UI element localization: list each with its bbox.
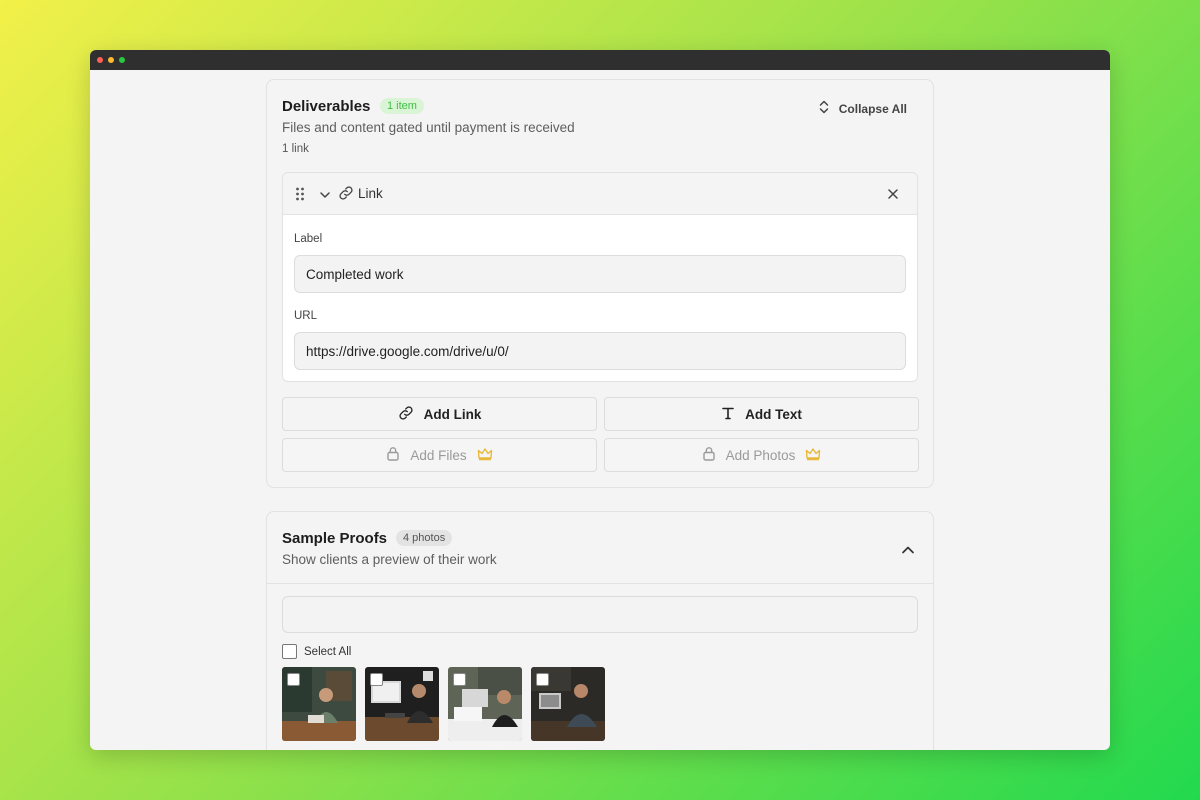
crown-icon xyxy=(477,447,493,464)
select-all-label: Select All xyxy=(304,645,352,658)
browser-window: Deliverables 1 item Files and content ga… xyxy=(90,50,1110,750)
sample-proofs-header[interactable]: Sample Proofs 4 photos Show clients a pr… xyxy=(267,512,933,584)
minimize-window-dot[interactable] xyxy=(108,57,114,63)
deliverable-type-label: Link xyxy=(358,186,383,201)
lock-icon xyxy=(386,446,400,464)
sample-proofs-card: Sample Proofs 4 photos Show clients a pr… xyxy=(266,511,934,750)
collapse-all-button[interactable]: Collapse All xyxy=(818,100,907,117)
proofs-search-input[interactable] xyxy=(282,596,918,633)
photo-checkbox[interactable] xyxy=(536,673,549,686)
add-files-label: Add Files xyxy=(410,447,467,463)
select-all-toggle[interactable]: Select All xyxy=(282,644,351,659)
add-link-label: Add Link xyxy=(423,406,482,422)
chevron-up-down-icon xyxy=(818,100,830,117)
lock-icon xyxy=(702,446,716,464)
chevron-up-icon[interactable] xyxy=(901,542,915,560)
deliverables-subtitle: Files and content gated until payment is… xyxy=(282,120,575,135)
photo-thumbnail[interactable] xyxy=(365,667,439,741)
text-icon xyxy=(721,406,735,423)
close-window-dot[interactable] xyxy=(97,57,103,63)
link-icon xyxy=(398,405,414,424)
photo-checkbox[interactable] xyxy=(370,673,383,686)
page-content: Deliverables 1 item Files and content ga… xyxy=(90,70,1110,750)
deliverable-item-header: Link xyxy=(283,173,917,215)
add-link-button[interactable]: Add Link xyxy=(282,397,597,431)
url-field-caption: URL xyxy=(294,310,318,322)
crown-icon xyxy=(805,447,821,464)
select-all-checkbox[interactable] xyxy=(282,644,297,659)
chevron-down-icon[interactable] xyxy=(319,188,331,206)
drag-handle-icon[interactable] xyxy=(295,187,305,206)
photo-thumbnail[interactable] xyxy=(531,667,605,741)
photo-thumbnail[interactable] xyxy=(448,667,522,741)
deliverable-item-link: Link Label URL xyxy=(282,172,918,382)
add-photos-button[interactable]: Add Photos xyxy=(604,438,919,472)
label-input[interactable] xyxy=(294,255,906,293)
photos-count-badge: 4 photos xyxy=(396,530,453,546)
label-field-caption: Label xyxy=(294,233,323,245)
deliverables-card: Deliverables 1 item Files and content ga… xyxy=(266,79,934,488)
add-text-button[interactable]: Add Text xyxy=(604,397,919,431)
deliverables-title: Deliverables xyxy=(282,98,371,115)
photo-thumbnail-grid xyxy=(282,667,605,741)
add-files-button[interactable]: Add Files xyxy=(282,438,597,472)
deliverables-link-count: 1 link xyxy=(282,143,309,155)
photo-thumbnail[interactable] xyxy=(282,667,356,741)
close-icon[interactable] xyxy=(887,187,899,205)
sample-proofs-subtitle: Show clients a preview of their work xyxy=(282,552,497,567)
photo-checkbox[interactable] xyxy=(287,673,300,686)
add-photos-label: Add Photos xyxy=(725,447,796,463)
sample-proofs-title: Sample Proofs xyxy=(282,530,388,547)
link-icon xyxy=(338,185,354,206)
deliverables-count-badge: 1 item xyxy=(380,98,424,114)
add-text-label: Add Text xyxy=(745,406,802,422)
maximize-window-dot[interactable] xyxy=(119,57,125,63)
window-titlebar xyxy=(90,50,1110,70)
photo-checkbox[interactable] xyxy=(453,673,466,686)
collapse-all-label: Collapse All xyxy=(838,101,907,116)
url-input[interactable] xyxy=(294,332,906,370)
